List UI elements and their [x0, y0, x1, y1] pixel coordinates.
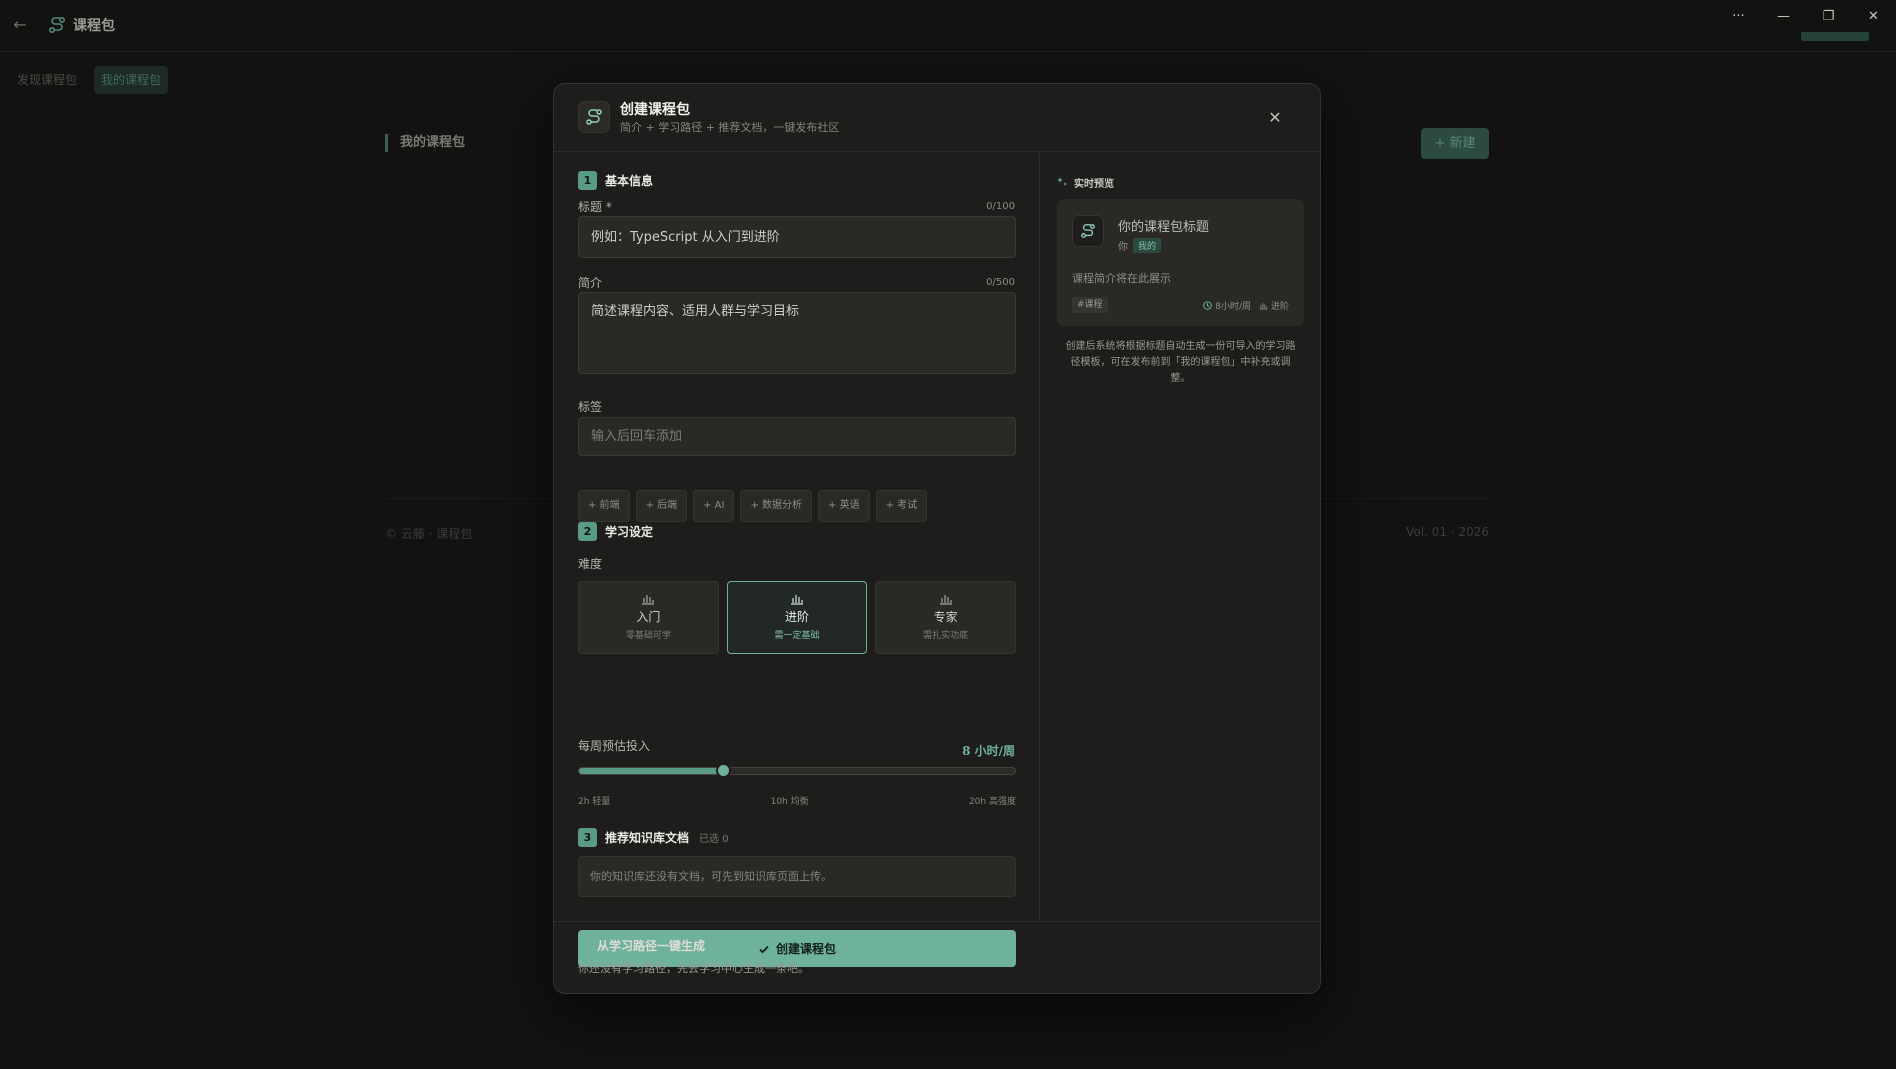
slider-thumb[interactable] — [716, 763, 732, 778]
preview-hours: 8小时/周 — [1203, 299, 1251, 312]
title-input[interactable] — [578, 216, 1016, 258]
header-action-stub — [1801, 32, 1869, 41]
create-package-modal: 创建课程包 简介 + 学习路径 + 推荐文档，一键发布社区 ✕ 1 基本信息 标… — [553, 83, 1321, 994]
minimize-icon[interactable]: — — [1761, 0, 1806, 32]
footer-copyright: © 云藤 · 课程包 — [385, 527, 473, 541]
weekly-hours-slider[interactable] — [578, 763, 1016, 778]
preview-level-text: 进阶 — [1270, 302, 1289, 312]
level-desc: 需一定基础 — [774, 631, 820, 641]
form-column: 1 基本信息 标题 * 0/100 简介 0/500 标签 + 前端 + 后端 … — [554, 153, 1040, 967]
sparkle-icon — [1057, 177, 1067, 186]
intro-label: 简介 — [578, 276, 603, 290]
step-label: 学习设定 — [605, 524, 654, 539]
tab-discover[interactable]: 发现课程包 — [10, 66, 84, 94]
tick-label: 20h 高强度 — [968, 797, 1016, 807]
intro-textarea[interactable] — [578, 292, 1016, 374]
step-number: 3 — [578, 827, 597, 847]
level-name: 进阶 — [785, 610, 810, 624]
preview-author-row: 你 我的 — [1118, 238, 1162, 253]
preview-author: 你 — [1118, 242, 1128, 253]
restore-icon[interactable]: ❐ — [1806, 0, 1851, 32]
from-path-title: 从学习路径一键生成 — [597, 939, 706, 953]
preview-title: 你的课程包标题 — [1118, 220, 1210, 235]
preview-header-label: 实时预览 — [1074, 179, 1114, 190]
intro-counter: 0/500 — [986, 277, 1015, 288]
from-path-header[interactable]: 从学习路径一键生成 — [578, 937, 705, 954]
level-option-beginner[interactable]: 入门 零基础可学 — [578, 581, 719, 654]
new-package-button[interactable]: + 新建 — [1421, 128, 1489, 159]
tag-suggestions: + 前端 + 后端 + AI + 数据分析 + 英语 + 考试 — [578, 490, 928, 522]
tag-chip[interactable]: + 前端 — [578, 490, 630, 522]
step-label: 推荐知识库文档 — [605, 830, 690, 845]
route-icon — [578, 101, 610, 133]
route-icon — [1072, 215, 1104, 247]
tab-my-packages[interactable]: 我的课程包 — [94, 66, 169, 94]
tag-chip[interactable]: + 英语 — [818, 490, 870, 522]
preview-note: 创建后系统将根据标题自动生成一份可导入的学习路径模板，可在发布前到「我的课程包」… — [1065, 341, 1296, 384]
modal-subtitle: 简介 + 学习路径 + 推荐文档，一键发布社区 — [620, 121, 840, 134]
tick-label: 10h 均衡 — [770, 797, 809, 807]
bar-chart-icon — [939, 595, 952, 605]
from-path-section: 从学习路径一键生成 你还没有学习路径，先去学习中心生成一条吧。 — [554, 921, 1320, 993]
preview-tag: #课程 — [1072, 297, 1108, 313]
level-option-intermediate[interactable]: 进阶 需一定基础 — [726, 581, 868, 654]
preview-header: 实时预览 — [1057, 175, 1114, 190]
tags-label: 标签 — [578, 400, 603, 414]
bar-chart-icon — [791, 595, 803, 605]
preview-desc: 课程简介将在此展示 — [1072, 272, 1171, 285]
from-path-desc: 你还没有学习路径，先去学习中心生成一条吧。 — [578, 962, 809, 975]
tag-chip[interactable]: + 数据分析 — [740, 490, 813, 522]
tag-chip[interactable]: + 后端 — [635, 490, 688, 522]
preview-column: 实时预览 你的课程包标题 你 我的 课程简介将在此展示 #课程 8小时/周 进阶… — [1041, 153, 1320, 921]
level-name: 入门 — [636, 610, 661, 624]
preview-level: 进阶 — [1259, 299, 1289, 312]
bar-chart-icon — [1259, 303, 1268, 310]
modal-header: 创建课程包 简介 + 学习路径 + 推荐文档，一键发布社区 ✕ — [554, 84, 1320, 152]
modal-title: 创建课程包 — [620, 102, 690, 118]
section-title: 我的课程包 — [385, 134, 465, 152]
footer-volume: Vol. 01 · 2026 — [1406, 525, 1489, 539]
knowledge-base-empty: 你的知识库还没有文档，可先到知识库页面上传。 — [578, 856, 1016, 897]
bar-chart-icon — [642, 595, 655, 605]
more-icon[interactable]: ··· — [1716, 0, 1761, 32]
title-counter: 0/100 — [986, 201, 1015, 212]
close-window-icon[interactable]: ✕ — [1851, 0, 1896, 32]
step-number: 1 — [578, 170, 597, 190]
slider-ticks: 2h 轻量 10h 均衡 20h 高强度 — [578, 794, 1016, 807]
step-learning-settings: 2 学习设定 — [578, 521, 653, 541]
subnav: 发现课程包 我的课程包 — [10, 66, 169, 94]
weekly-hours-value: 8 小时/周 — [962, 744, 1015, 758]
level-desc: 零基础可学 — [625, 631, 671, 641]
difficulty-label: 难度 — [578, 557, 603, 571]
step-label: 基本信息 — [605, 173, 654, 188]
close-icon[interactable]: ✕ — [1265, 108, 1285, 128]
tag-chip[interactable]: + AI — [693, 490, 735, 522]
level-option-expert[interactable]: 专家 需扎实功底 — [875, 581, 1017, 654]
tick-label: 2h 轻量 — [578, 797, 611, 807]
difficulty-selector: 入门 零基础可学 进阶 需一定基础 专家 需扎实功底 — [578, 581, 1017, 654]
titlebar: ← 课程包 — [0, 0, 1896, 52]
step-basic-info: 1 基本信息 — [578, 170, 653, 190]
preview-meta: 8小时/周 进阶 — [1203, 299, 1289, 312]
weekly-hours-label: 每周预估投入 — [578, 739, 651, 753]
tags-input[interactable] — [578, 417, 1016, 456]
selected-count: 已选 0 — [699, 833, 729, 845]
slider-fill — [579, 768, 725, 774]
send-icon — [578, 939, 591, 952]
clock-icon — [1203, 301, 1213, 310]
preview-hours-text: 8小时/周 — [1215, 302, 1251, 312]
window-controls: ··· — ❐ ✕ — [1716, 0, 1896, 32]
preview-badge: 我的 — [1133, 238, 1162, 253]
app-title: 课程包 — [73, 18, 115, 34]
title-label: 标题 * — [578, 200, 612, 214]
tag-chip[interactable]: + 考试 — [875, 490, 928, 522]
step-recommended-docs: 3 推荐知识库文档 已选 0 — [578, 827, 729, 847]
step-number: 2 — [578, 521, 597, 541]
level-desc: 需扎实功底 — [923, 631, 969, 641]
preview-card: 你的课程包标题 你 我的 课程简介将在此展示 #课程 8小时/周 进阶 — [1057, 199, 1304, 326]
route-logo-icon — [48, 16, 66, 34]
level-name: 专家 — [933, 610, 958, 624]
back-arrow-icon[interactable]: ← — [11, 16, 29, 34]
